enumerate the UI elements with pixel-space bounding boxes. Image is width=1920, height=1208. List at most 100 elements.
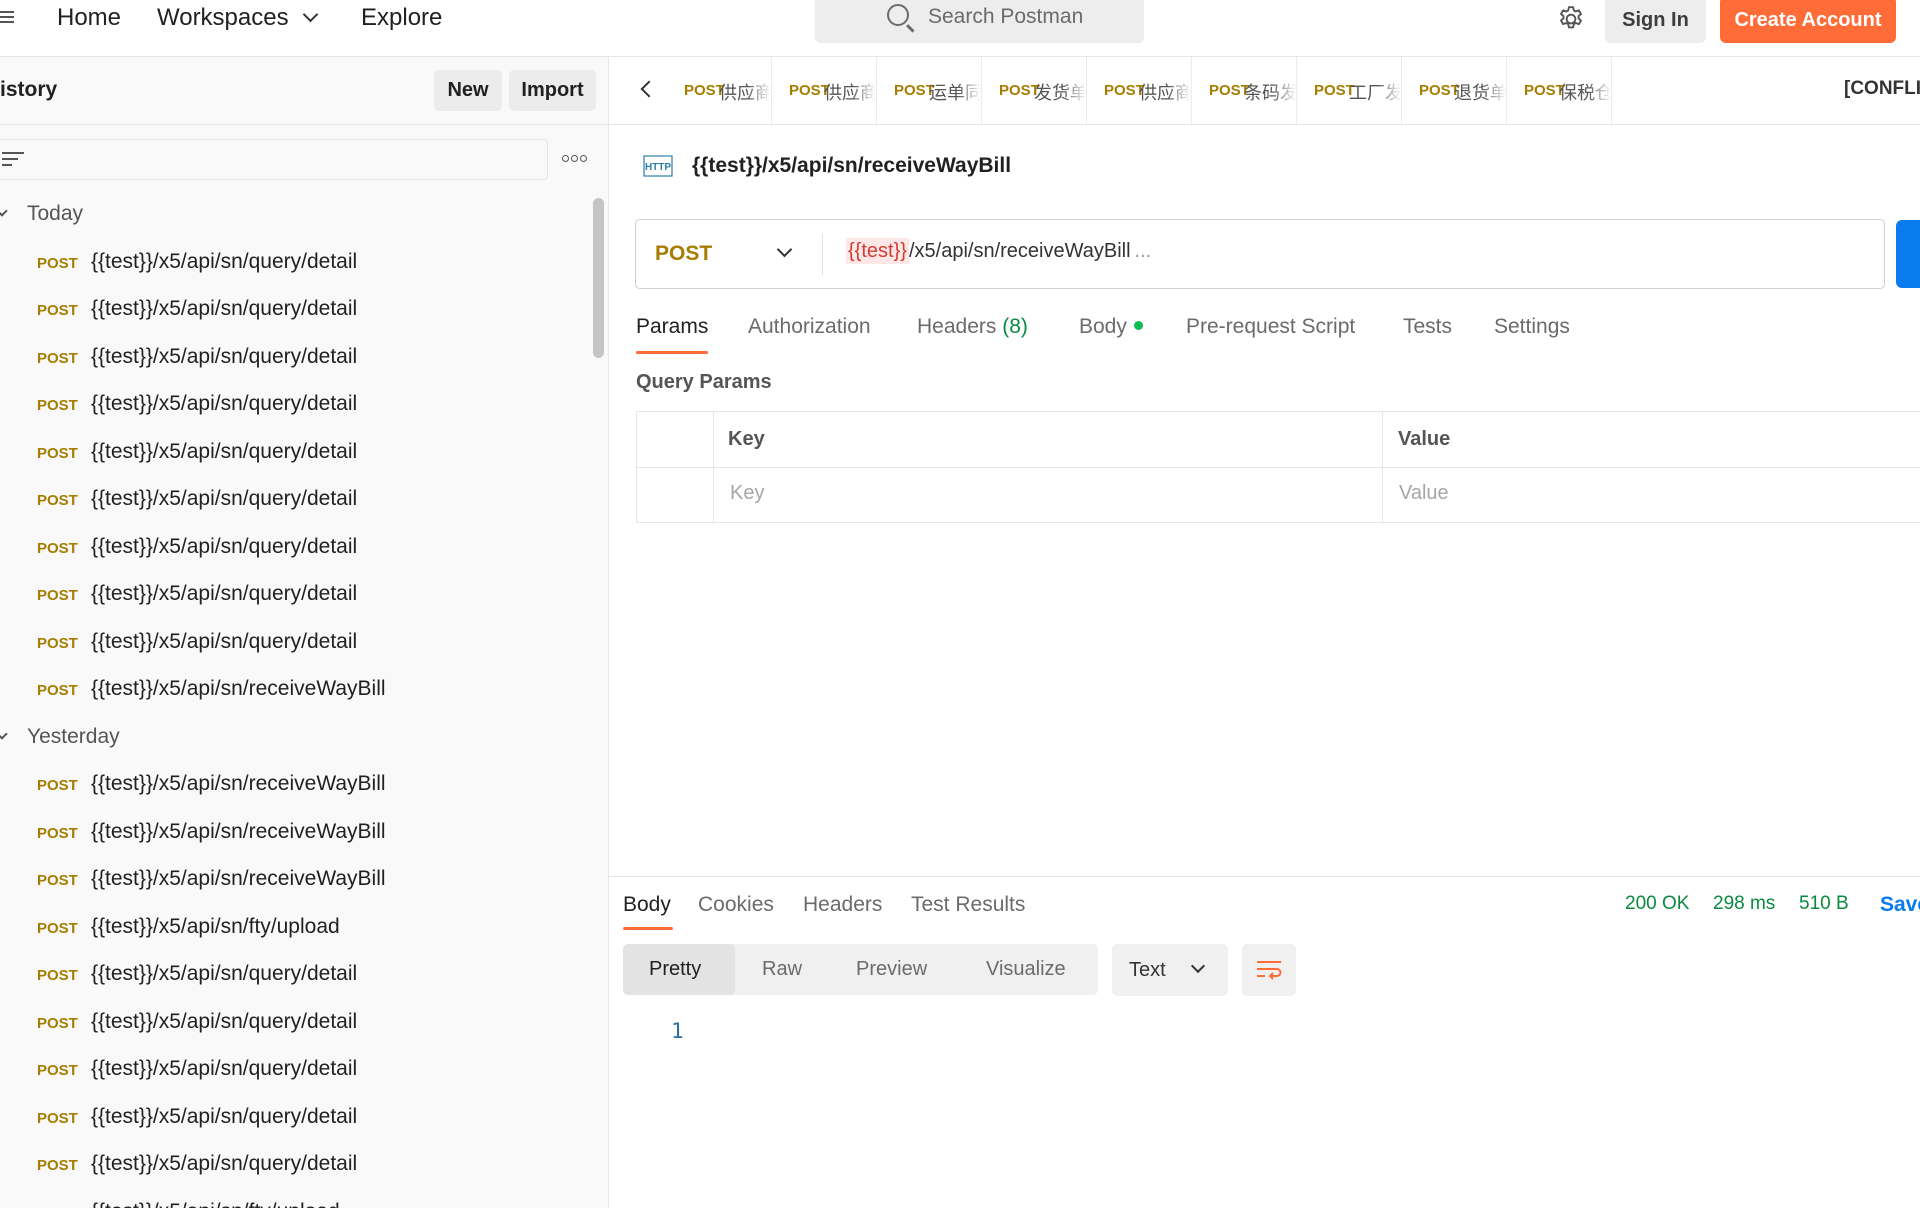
history-item-method: POST [37, 1062, 78, 1079]
tab-tests[interactable]: Tests [1403, 315, 1452, 339]
response-size[interactable]: 510 B [1799, 893, 1849, 915]
chevron-left-icon[interactable] [640, 80, 658, 98]
method-select[interactable]: POST [655, 242, 712, 266]
response-tab-test-results[interactable]: Test Results [911, 893, 1025, 917]
search-input[interactable]: Search Postman [815, 0, 1144, 43]
history-item[interactable]: POST {{test}}/x5/api/sn/query/detail [0, 619, 590, 667]
history-group[interactable]: Yesterday [0, 714, 590, 762]
history-item[interactable]: POST {{test}}/x5/api/sn/query/detail [0, 571, 590, 619]
format-visualize[interactable]: Visualize [986, 958, 1066, 981]
history-item[interactable]: POST {{test}}/x5/api/sn/query/detail [0, 334, 590, 382]
request-tab-name: 运单同 [929, 83, 981, 103]
history-item[interactable]: POST {{test}}/x5/api/sn/fty/upload [0, 904, 590, 952]
request-tab[interactable]: POST 工厂发 [1297, 57, 1402, 124]
request-tab[interactable]: POST 条码发 [1192, 57, 1297, 124]
more-options-icon[interactable] [562, 155, 588, 165]
history-item[interactable]: POST {{test}}/x5/api/sn/query/detail [0, 999, 590, 1047]
history-item[interactable]: POST {{test}}/x5/api/sn/query/detail [0, 1094, 590, 1142]
history-group[interactable]: Today [0, 191, 590, 239]
history-item[interactable]: POST {{test}}/x5/api/sn/receiveWayBill [0, 666, 590, 714]
history-item[interactable]: POST {{test}}/x5/api/sn/query/detail [0, 239, 590, 287]
response-tab-cookies[interactable]: Cookies [698, 893, 774, 917]
request-tab[interactable]: POST 供应商 [772, 57, 877, 124]
tab-prerequest-script[interactable]: Pre-request Script [1186, 315, 1355, 339]
key-input[interactable]: Key [730, 482, 764, 505]
history-item[interactable]: POST {{test}}/x5/api/sn/query/detail [0, 524, 590, 572]
request-tab[interactable]: POST 供应商 [667, 57, 772, 124]
language-select[interactable]: Text [1112, 944, 1228, 996]
history-item[interactable]: POST {{test}}/x5/api/sn/fty/upload [0, 1189, 590, 1208]
url-input[interactable]: {{test}}/x5/api/sn/receiveWayBill... [846, 238, 1152, 264]
tab-settings[interactable]: Settings [1494, 315, 1570, 339]
history-item[interactable]: POST {{test}}/x5/api/sn/query/detail [0, 951, 590, 999]
response-time[interactable]: 298 ms [1713, 893, 1775, 915]
request-tab-overflow[interactable]: [CONFLI [1844, 78, 1920, 100]
menu-icon[interactable] [0, 8, 16, 26]
line-number: 1 [671, 1019, 684, 1043]
tab-authorization[interactable]: Authorization [748, 315, 871, 339]
filter-input[interactable] [0, 139, 548, 180]
history-item-url: {{test}}/x5/api/sn/receiveWayBill [91, 819, 386, 843]
history-item[interactable]: POST {{test}}/x5/api/sn/receiveWayBill [0, 809, 590, 857]
tab-body[interactable]: Body [1079, 315, 1143, 339]
url-bar: POST {{test}}/x5/api/sn/receiveWayBill..… [635, 219, 1885, 289]
tab-headers[interactable]: Headers (8) [917, 315, 1028, 339]
tab-body-label: Body [1079, 315, 1127, 338]
body-indicator-dot [1133, 320, 1143, 330]
request-tab-name: 供应商 [719, 83, 771, 103]
value-input[interactable]: Value [1399, 482, 1449, 505]
wrap-lines-button[interactable] [1242, 944, 1296, 996]
request-title[interactable]: {{test}}/x5/api/sn/receiveWayBill [692, 154, 1011, 178]
status-code[interactable]: 200 OK [1625, 893, 1689, 915]
history-item[interactable]: POST {{test}}/x5/api/sn/receiveWayBill [0, 761, 590, 809]
history-item-url: {{test}}/x5/api/sn/query/detail [91, 629, 358, 653]
response-tab-headers[interactable]: Headers [803, 893, 882, 917]
history-item[interactable]: POST {{test}}/x5/api/sn/query/detail [0, 1046, 590, 1094]
request-tab-name: 工厂发 [1349, 83, 1401, 103]
chevron-down-icon[interactable] [776, 241, 793, 258]
response-tab-body[interactable]: Body [623, 893, 671, 917]
history-item[interactable]: POST {{test}}/x5/api/sn/query/detail [0, 1141, 590, 1189]
request-tab[interactable]: POST 运单同 [877, 57, 982, 124]
request-tab[interactable]: POST 发货单 [982, 57, 1087, 124]
url-ellipsis: ... [1134, 240, 1152, 262]
active-tab-indicator [636, 351, 708, 354]
history-item-url: {{test}}/x5/api/sn/fty/upload [91, 1200, 340, 1208]
history-item[interactable]: POST {{test}}/x5/api/sn/query/detail [0, 429, 590, 477]
save-response-button[interactable]: Save [1880, 893, 1920, 917]
nav-workspaces[interactable]: Workspaces [157, 4, 318, 32]
create-account-button[interactable]: Create Account [1720, 0, 1896, 43]
history-item-url: {{test}}/x5/api/sn/query/detail [91, 534, 358, 558]
new-button[interactable]: New [434, 70, 502, 111]
chevron-down-icon [0, 205, 8, 217]
request-tab[interactable]: POST 保税仓 [1507, 57, 1612, 124]
request-tab[interactable]: POST 供应商 [1087, 57, 1192, 124]
history-item-method: POST [37, 254, 78, 272]
sign-in-button[interactable]: Sign In [1605, 0, 1706, 43]
nav-home[interactable]: Home [57, 4, 121, 32]
nav-workspaces-label: Workspaces [157, 4, 289, 31]
history-item-url: {{test}}/x5/api/sn/fty/upload [91, 914, 340, 938]
key-column-header: Key [728, 428, 765, 450]
scrollbar[interactable] [593, 198, 604, 358]
response-divider[interactable] [609, 876, 1920, 877]
history-item[interactable]: POST {{test}}/x5/api/sn/receiveWayBill [0, 856, 590, 904]
send-button[interactable] [1896, 220, 1920, 288]
request-tab[interactable]: POST 退货单 [1402, 57, 1507, 124]
gear-icon[interactable] [1556, 4, 1586, 34]
history-item-url: {{test}}/x5/api/sn/query/detail [91, 249, 358, 273]
history-item[interactable]: POST {{test}}/x5/api/sn/query/detail [0, 476, 590, 524]
format-raw[interactable]: Raw [762, 958, 802, 981]
request-tab-name: 退货单 [1454, 83, 1506, 103]
import-button[interactable]: Import [509, 70, 596, 111]
history-item-method: POST [37, 492, 78, 509]
value-column-header: Value [1398, 428, 1451, 450]
search-placeholder: Search Postman [928, 5, 1084, 28]
format-pretty[interactable]: Pretty [623, 944, 735, 995]
history-item[interactable]: POST {{test}}/x5/api/sn/query/detail [0, 286, 590, 334]
tab-params[interactable]: Params [636, 315, 708, 339]
history-item-url: {{test}}/x5/api/sn/query/detail [91, 1152, 358, 1175]
history-item[interactable]: POST {{test}}/x5/api/sn/query/detail [0, 381, 590, 429]
format-preview[interactable]: Preview [856, 958, 927, 981]
nav-explore[interactable]: Explore [361, 4, 442, 32]
